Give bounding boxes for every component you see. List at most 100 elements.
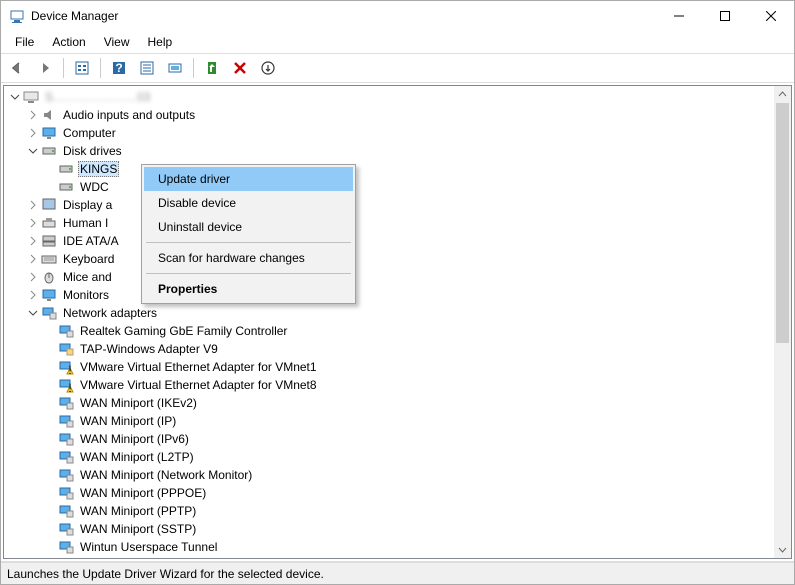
toolbar: ?	[1, 53, 794, 83]
device-tree[interactable]: S…………………03 Audio inputs and outputs Comp…	[4, 86, 774, 558]
tree-item-label: IDE ATA/A	[61, 233, 121, 249]
expand-icon[interactable]	[26, 234, 40, 248]
network-warning-icon: !	[58, 377, 74, 393]
scan-hardware-button[interactable]	[163, 57, 187, 79]
status-bar: Launches the Update Driver Wizard for th…	[1, 562, 794, 584]
uninstall-button[interactable]	[228, 57, 252, 79]
update-driver-button[interactable]	[200, 57, 224, 79]
expand-icon[interactable]	[26, 288, 40, 302]
tree-item-label: WAN Miniport (Network Monitor)	[78, 467, 254, 483]
menu-action[interactable]: Action	[44, 33, 93, 51]
drive-icon	[58, 161, 74, 177]
tree-item-disk-drives[interactable]: Disk drives	[4, 142, 774, 160]
tree-item-label: Monitors	[61, 287, 111, 303]
tree-item-net-pppoe[interactable]: WAN Miniport (PPPOE)	[4, 484, 774, 502]
back-button[interactable]	[5, 57, 29, 79]
action-button[interactable]	[135, 57, 159, 79]
tree-item-net-l2tp[interactable]: WAN Miniport (L2TP)	[4, 448, 774, 466]
tree-item-disk-kingston[interactable]: KINGS	[4, 160, 774, 178]
expand-icon[interactable]	[26, 198, 40, 212]
tree-item-network[interactable]: Network adapters	[4, 304, 774, 322]
tree-item-computer[interactable]: Computer	[4, 124, 774, 142]
tree-item-net-vmnet1[interactable]: !VMware Virtual Ethernet Adapter for VMn…	[4, 358, 774, 376]
context-separator	[146, 273, 351, 274]
context-disable-device[interactable]: Disable device	[144, 191, 353, 215]
tree-item-net-tap[interactable]: TAP-Windows Adapter V9	[4, 340, 774, 358]
tree-item-monitors[interactable]: Monitors	[4, 286, 774, 304]
help-button[interactable]: ?	[107, 57, 131, 79]
tree-container: S…………………03 Audio inputs and outputs Comp…	[3, 85, 792, 559]
tree-item-net-sstp[interactable]: WAN Miniport (SSTP)	[4, 520, 774, 538]
network-icon	[58, 467, 74, 483]
tree-item-display[interactable]: Display a	[4, 196, 774, 214]
tree-item-label: Network adapters	[61, 305, 159, 321]
maximize-button[interactable]	[702, 1, 748, 31]
context-separator	[146, 242, 351, 243]
expand-icon[interactable]	[26, 108, 40, 122]
context-uninstall-device[interactable]: Uninstall device	[144, 215, 353, 239]
tree-item-label: Keyboard	[61, 251, 116, 267]
drive-icon	[58, 179, 74, 195]
context-properties[interactable]: Properties	[144, 277, 353, 301]
menu-help[interactable]: Help	[140, 33, 181, 51]
network-icon	[58, 413, 74, 429]
toolbar-separator	[193, 58, 194, 78]
display-icon	[41, 197, 57, 213]
window-controls	[656, 1, 794, 31]
expand-icon[interactable]	[26, 252, 40, 266]
app-icon	[9, 8, 25, 24]
tree-item-label: WDC	[78, 179, 111, 195]
menu-view[interactable]: View	[96, 33, 138, 51]
scroll-up-arrow[interactable]	[774, 86, 791, 103]
scroll-track[interactable]	[774, 103, 791, 541]
tree-item-net-pptp[interactable]: WAN Miniport (PPTP)	[4, 502, 774, 520]
context-update-driver[interactable]: Update driver	[144, 167, 353, 191]
tree-item-net-nm[interactable]: WAN Miniport (Network Monitor)	[4, 466, 774, 484]
tree-item-net-vmnet8[interactable]: !VMware Virtual Ethernet Adapter for VMn…	[4, 376, 774, 394]
network-icon	[58, 341, 74, 357]
tree-item-label: WAN Miniport (IKEv2)	[78, 395, 199, 411]
network-icon	[58, 539, 74, 555]
show-hide-tree-button[interactable]	[70, 57, 94, 79]
tree-item-net-ipv6[interactable]: WAN Miniport (IPv6)	[4, 430, 774, 448]
network-icon	[58, 323, 74, 339]
close-button[interactable]	[748, 1, 794, 31]
tree-item-hid[interactable]: Human I	[4, 214, 774, 232]
tree-root[interactable]: S…………………03	[4, 88, 774, 106]
tree-item-keyboards[interactable]: Keyboard	[4, 250, 774, 268]
collapse-icon[interactable]	[8, 90, 22, 104]
expand-icon[interactable]	[26, 270, 40, 284]
mouse-icon	[41, 269, 57, 285]
tree-item-net-realtek[interactable]: Realtek Gaming GbE Family Controller	[4, 322, 774, 340]
tree-item-label: Disk drives	[61, 143, 124, 159]
network-icon	[58, 485, 74, 501]
network-icon	[58, 431, 74, 447]
menu-file[interactable]: File	[7, 33, 42, 51]
network-icon	[41, 305, 57, 321]
minimize-button[interactable]	[656, 1, 702, 31]
toolbar-separator	[63, 58, 64, 78]
expand-icon[interactable]	[26, 216, 40, 230]
expand-icon[interactable]	[26, 126, 40, 140]
tree-item-ide[interactable]: IDE ATA/A	[4, 232, 774, 250]
tree-item-audio[interactable]: Audio inputs and outputs	[4, 106, 774, 124]
collapse-icon[interactable]	[26, 306, 40, 320]
monitor-icon	[41, 287, 57, 303]
context-scan-hardware[interactable]: Scan for hardware changes	[144, 246, 353, 270]
collapse-icon[interactable]	[26, 144, 40, 158]
tree-item-disk-wdc[interactable]: WDC	[4, 178, 774, 196]
tree-item-label: WAN Miniport (SSTP)	[78, 521, 198, 537]
forward-button[interactable]	[33, 57, 57, 79]
content-area: S…………………03 Audio inputs and outputs Comp…	[1, 83, 794, 562]
tree-item-net-ip[interactable]: WAN Miniport (IP)	[4, 412, 774, 430]
tree-item-label: Mice and	[61, 269, 114, 285]
tree-item-net-wintun[interactable]: Wintun Userspace Tunnel	[4, 538, 774, 556]
scroll-thumb[interactable]	[776, 103, 789, 343]
scroll-down-arrow[interactable]	[774, 541, 791, 558]
vertical-scrollbar[interactable]	[774, 86, 791, 558]
tree-item-mice[interactable]: Mice and	[4, 268, 774, 286]
tree-item-net-ikev2[interactable]: WAN Miniport (IKEv2)	[4, 394, 774, 412]
disable-button[interactable]	[256, 57, 280, 79]
svg-text:?: ?	[115, 61, 122, 75]
network-warning-icon: !	[58, 359, 74, 375]
